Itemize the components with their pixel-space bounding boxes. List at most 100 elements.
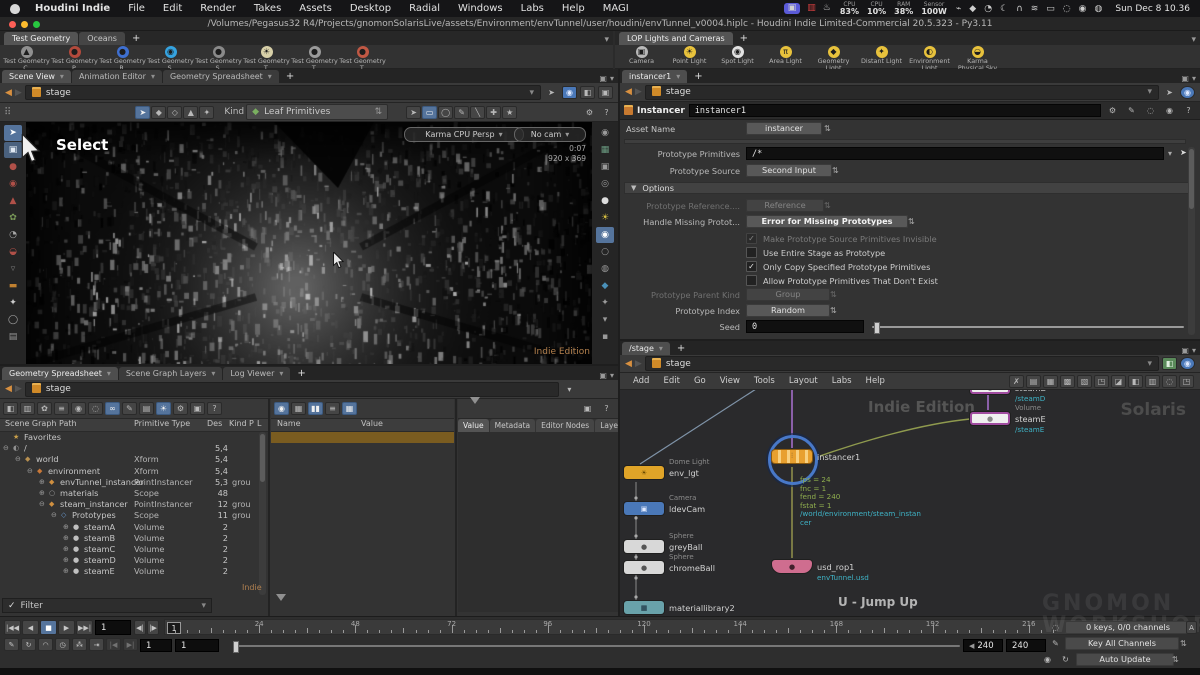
error-filter-icon[interactable]: ▥: [20, 402, 35, 415]
flower-icon[interactable]: ✿: [37, 402, 52, 415]
network-menu-item[interactable]: Help: [859, 376, 892, 386]
display-mode-icon[interactable]: ▣: [598, 86, 613, 99]
snapshot-icon[interactable]: ▣: [596, 159, 614, 175]
range-start-field[interactable]: 1: [140, 639, 172, 652]
node-body[interactable]: ▦: [624, 601, 664, 614]
prototype-reference-dropdown[interactable]: Reference: [746, 199, 824, 212]
playhead[interactable]: 1: [167, 622, 181, 634]
nav-back-icon[interactable]: ◀: [5, 384, 12, 394]
pane-menu-icon[interactable]: ▾: [1192, 346, 1196, 355]
scale-tool-icon[interactable]: ▲: [4, 193, 22, 209]
sync-icon[interactable]: ◉: [1180, 357, 1195, 370]
shelf-tool[interactable]: ✦Distant Light: [858, 46, 905, 69]
snapshot-icon[interactable]: ▣: [580, 402, 595, 415]
menu-item[interactable]: Help: [553, 3, 594, 14]
sync-icon[interactable]: ◉: [562, 86, 577, 99]
tree-view-icon[interactable]: ◉: [274, 402, 289, 415]
material-icon[interactable]: ◆: [596, 278, 614, 294]
clock-icon[interactable]: ◷: [55, 638, 70, 651]
add-shelf-tab-button[interactable]: +: [734, 32, 754, 45]
shade-icon[interactable]: ▧: [1077, 375, 1092, 388]
expander-icon[interactable]: ⊖: [15, 454, 21, 465]
nav-back-icon[interactable]: ◀: [5, 88, 12, 98]
network-menu-item[interactable]: Tools: [747, 376, 782, 386]
circle-icon[interactable]: ○: [596, 244, 614, 260]
greyBall[interactable]: Sphere ● greyBall: [624, 540, 664, 553]
browser-icon[interactable]: ◍: [1095, 4, 1103, 14]
pane-maximize-icon[interactable]: ▣: [1181, 346, 1189, 355]
/[interactable]: ⊖ ◐ / 5,4: [0, 443, 258, 454]
brush-select-icon[interactable]: ✎: [454, 106, 469, 119]
step-forward-button[interactable]: |▶: [147, 620, 159, 635]
network-menu-item[interactable]: Go: [687, 376, 713, 386]
handle-missing-dropdown[interactable]: Error for Missing Prototypes: [746, 215, 908, 228]
left-horizontal-divider[interactable]: [0, 364, 618, 366]
keyframe-icon[interactable]: ✎: [4, 638, 19, 651]
rotate-tool-icon[interactable]: ◉: [4, 176, 22, 192]
value-tab[interactable]: Value: [458, 419, 489, 432]
Prototypes[interactable]: ⊖ ◇ Prototypes Scope 11 grou: [0, 510, 258, 521]
prototype-primitives-field[interactable]: /*: [746, 147, 1164, 160]
secure-selection-icon[interactable]: ▣: [4, 142, 22, 158]
menu-item[interactable]: Labs: [512, 3, 553, 14]
ball-icon[interactable]: ●: [596, 193, 614, 209]
table-view-icon[interactable]: ▦: [291, 402, 306, 415]
pane-maximize-icon[interactable]: ▣: [599, 371, 607, 380]
box-icon[interactable]: ▥: [1145, 375, 1160, 388]
shelf-tab[interactable]: Test Geometry: [4, 32, 78, 45]
view-options-icon[interactable]: ◉: [596, 125, 614, 141]
shelf-tool[interactable]: ●Test Geometry S.: [195, 46, 242, 69]
shelf-tool[interactable]: πArea Light: [762, 46, 809, 69]
search-icon[interactable]: ◌: [1063, 4, 1071, 14]
expander-icon[interactable]: ⊕: [63, 566, 69, 577]
lasso-select-icon[interactable]: ◯: [438, 106, 453, 119]
play-button[interactable]: ▶: [58, 620, 75, 635]
help-icon[interactable]: ?: [207, 402, 222, 415]
pane-maximize-icon[interactable]: ▣: [599, 74, 607, 83]
steamE[interactable]: ⊕ ● steamE Volume 2: [0, 566, 258, 577]
steamB[interactable]: ⊕ ● steamB Volume 2: [0, 533, 258, 544]
grid-icon[interactable]: ▦: [1043, 375, 1058, 388]
shelf-tool[interactable]: ●Test Geometry T.: [291, 46, 338, 69]
pane-tab[interactable]: Log Viewer▾: [223, 367, 290, 380]
materials[interactable]: ⊕ ○ materials Scope 48: [0, 488, 258, 499]
help-icon[interactable]: ?: [1181, 104, 1196, 117]
auto-update-dropdown[interactable]: Auto Update: [1076, 653, 1174, 666]
pane-menu-icon[interactable]: ▾: [1192, 74, 1196, 83]
user-icon[interactable]: ◉: [1079, 4, 1087, 14]
rows-view-icon[interactable]: ≡: [325, 402, 340, 415]
sync-icon[interactable]: ◉: [1180, 86, 1195, 99]
keyboard-icon[interactable]: ▭: [1046, 4, 1055, 14]
star-icon[interactable]: ✦: [596, 295, 614, 311]
steamE[interactable]: Volume ● steamE /steamE: [970, 412, 1010, 425]
handles-tool-icon[interactable]: ◒: [4, 244, 22, 260]
select-points-icon[interactable]: ◆: [151, 106, 166, 119]
gear-icon[interactable]: ⚙: [1105, 104, 1120, 117]
node-name-field[interactable]: instancer1: [689, 104, 1101, 117]
ldevCam[interactable]: Camera ▣ ldevCam: [624, 502, 664, 515]
shelf-tool[interactable]: ▲Test Geometry C.: [3, 46, 50, 69]
select-parts-icon[interactable]: ✦: [199, 106, 214, 119]
record-stop-icon[interactable]: ▥: [807, 3, 816, 14]
shelf-tool[interactable]: ▣Camera: [618, 46, 665, 69]
node-body[interactable]: ●: [970, 390, 1010, 394]
snow-tool-icon[interactable]: ✦: [4, 295, 22, 311]
pane-tab[interactable]: instancer1▾: [622, 70, 687, 83]
node-body[interactable]: ●: [624, 540, 664, 553]
wifi-icon[interactable]: ≋: [1031, 4, 1039, 14]
current-frame-field[interactable]: 1: [95, 620, 131, 635]
seed-slider[interactable]: [872, 326, 1184, 328]
expander-icon[interactable]: ⊕: [63, 544, 69, 555]
realtime-icon[interactable]: ↻: [21, 638, 36, 651]
chart-icon[interactable]: ▤: [1026, 375, 1041, 388]
renderer-pill[interactable]: Karma CPU Persp▾: [404, 127, 524, 142]
add-pane-tab-button[interactable]: +: [688, 70, 708, 83]
pane-tab[interactable]: Geometry Spreadsheet▾: [163, 70, 279, 83]
key-all-channels-dropdown[interactable]: Key All Channels: [1065, 637, 1179, 650]
shelf-tool[interactable]: ◉Spot Light: [714, 46, 761, 69]
link-icon[interactable]: ∞: [105, 402, 120, 415]
right-horizontal-divider[interactable]: [620, 339, 1200, 341]
auto-update-stepper-icon[interactable]: ⇅: [1172, 655, 1179, 664]
select-mode-icon[interactable]: ➤: [135, 106, 150, 119]
find-icon[interactable]: ◌: [1162, 375, 1177, 388]
